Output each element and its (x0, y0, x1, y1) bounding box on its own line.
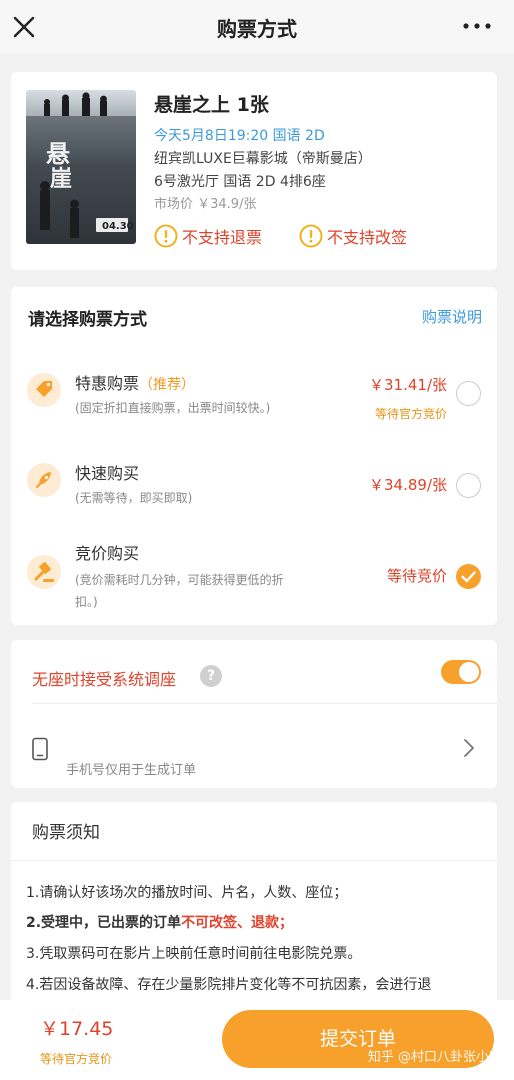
toggle-knob (459, 662, 479, 682)
notice-line-4: 4.若因设备故障、存在少量影院排片变化等不可抗因素，会进行退 (26, 977, 432, 993)
option-fast[interactable]: 快速购买 (无需等待，即买即取) ￥34.89/张 (11, 455, 497, 515)
movie-poster: 悬 崖 04.30 (26, 90, 136, 244)
option-discount[interactable]: 特惠购票（推荐） (固定折扣直接购票，出票时间较快。) ￥31.41/张 等待官… (11, 359, 497, 439)
top-bar: 购票方式 (0, 0, 514, 54)
notice-line-2: 2.受理中，已出票的订单不可改签、退款； (26, 912, 293, 932)
option-desc-line2: 扣。) (75, 595, 98, 609)
checkmark-icon (461, 571, 476, 583)
option-price: 等待竞价 (386, 567, 447, 585)
option-price: ￥31.41/张 (369, 376, 447, 394)
seat-adjust-toggle[interactable] (441, 660, 481, 684)
purchase-notice-card: 购票须知 1.请确认好该场次的播放时间、片名，人数、座位； 2.受理中，已出票的… (11, 802, 497, 1022)
hall-seat: 6号激光厅 国语 2D 4排6座 (154, 174, 326, 190)
seat-settings-card: 无座时接受系统调座 ? 手机号仅用于生成订单 (11, 640, 497, 788)
showtime: 今天5月8日19:20 国语 2D (154, 128, 325, 144)
notice-line-1: 1.请确认好该场次的播放时间、片名，人数、座位； (26, 885, 348, 901)
gavel-icon (27, 555, 61, 589)
phone-tip: 手机号仅用于生成订单 (66, 763, 197, 778)
chevron-right-icon[interactable] (463, 738, 475, 758)
divider (11, 860, 497, 861)
bottom-bar: ￥17.45 等待官方竞价 提交订单 知乎 @村口八卦张小哈 (0, 1000, 514, 1080)
price-status: 等待官方竞价 (40, 1052, 113, 1066)
option-desc-line1: (竞价需耗时几分钟，可能获得更低的折 (75, 573, 284, 587)
option-status: 等待官方竞价 (374, 407, 447, 421)
no-refund-notice: 不支持退票 (154, 222, 262, 250)
rocket-icon (27, 463, 61, 497)
movie-info-card: 悬 崖 04.30 悬崖之上 1张 今天5月8日19:20 国语 2D 纽宾凯L… (11, 72, 497, 270)
poster-title: 悬 (46, 139, 70, 168)
option-name: 竞价购买 (75, 544, 140, 563)
no-change-label: 不支持改签 (327, 228, 408, 247)
divider (32, 703, 497, 704)
svg-text:崖: 崖 (50, 166, 72, 192)
discount-tag-icon (27, 373, 61, 407)
warning-icon (154, 224, 178, 248)
help-icon[interactable]: ? (200, 665, 222, 687)
option-name: 特惠购票 (75, 374, 140, 393)
option-desc: (固定折扣直接购票，出票时间较快。) (75, 401, 271, 415)
purchase-method-card: 请选择购票方式 购票说明 特惠购票（推荐） (固定折扣直接购票，出票时间较快。)… (11, 287, 497, 625)
total-price: ￥17.45 (40, 1018, 114, 1040)
phone-icon (32, 737, 48, 761)
option-price: ￥34.89/张 (369, 476, 447, 494)
option-desc: (无需等待，即买即取) (75, 491, 193, 505)
radio-unchecked[interactable] (456, 473, 481, 498)
movie-title: 悬崖之上 1张 (154, 94, 269, 116)
notice-line-2-prefix: 2.受理中，已出票的订单 (26, 915, 182, 931)
seat-adjust-label: 无座时接受系统调座 (32, 670, 177, 689)
recommend-tag: （推荐） (139, 377, 196, 393)
option-name: 快速购买 (75, 464, 140, 483)
radio-checked[interactable] (456, 564, 481, 589)
no-refund-label: 不支持退票 (182, 228, 263, 247)
page-title: 购票方式 (217, 17, 297, 41)
poster-date: 04.30 (102, 221, 134, 232)
warning-icon (299, 224, 323, 248)
option-bid[interactable]: 竞价购买 (竞价需耗时几分钟，可能获得更低的折 扣。) 等待竞价 (11, 535, 497, 617)
cinema-name: 纽宾凯LUXE巨幕影城（帝斯曼店） (154, 151, 372, 167)
no-change-notice: 不支持改签 (299, 222, 407, 250)
purchase-help-link[interactable]: 购票说明 (422, 306, 482, 327)
watermark: 知乎 @村口八卦张小哈 (367, 1050, 502, 1065)
notice-line-3: 3.凭取票码可在影片上映前任意时间前往电影院兑票。 (26, 946, 362, 962)
more-icon[interactable] (462, 18, 492, 34)
radio-unchecked[interactable] (456, 381, 481, 406)
market-price: 市场价 ￥34.9/张 (154, 197, 257, 212)
section-title: 请选择购票方式 (28, 310, 147, 330)
notice-line-2-highlight: 不可改签、退款； (181, 915, 294, 931)
notice-title: 购票须知 (32, 823, 100, 843)
